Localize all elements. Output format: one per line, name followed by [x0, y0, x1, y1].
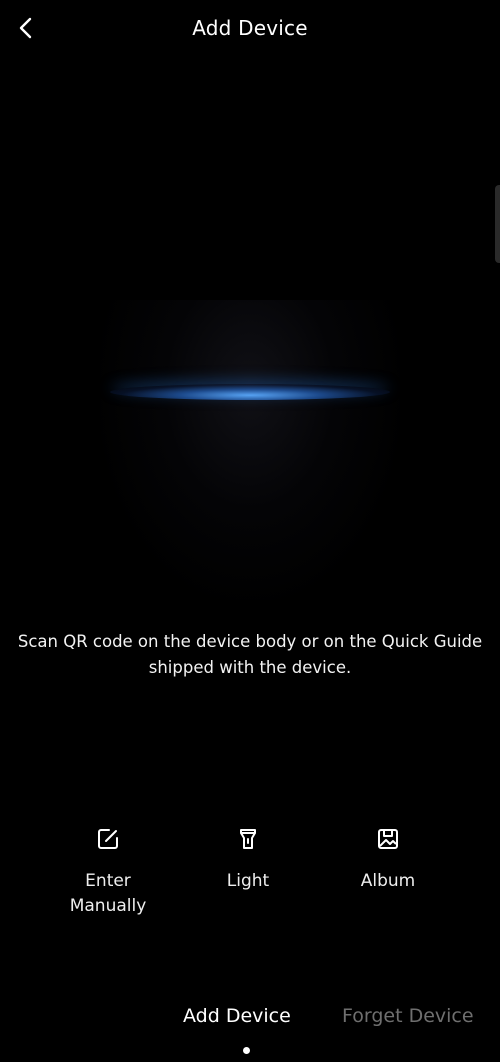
- light-label: Light: [226, 871, 270, 891]
- flashlight-icon: [240, 829, 256, 849]
- header-bar: Add Device: [0, 0, 500, 56]
- album-button[interactable]: Album: [333, 827, 443, 894]
- active-tab-indicator: [243, 1047, 250, 1054]
- bottom-tab-bar: Add Device Forget Device: [0, 1005, 500, 1062]
- tab-forget-device[interactable]: Forget Device: [342, 1005, 474, 1027]
- scan-line: [110, 384, 390, 400]
- qr-scan-area: [100, 300, 400, 600]
- scan-actions: Enter Manually Light Album: [0, 827, 500, 937]
- edit-icon: [98, 829, 118, 849]
- tab-add-device[interactable]: Add Device: [183, 1005, 291, 1027]
- light-button[interactable]: Light: [193, 827, 303, 894]
- enter-manually-label: Enter Manually: [69, 871, 147, 916]
- enter-manually-button[interactable]: Enter Manually: [53, 827, 163, 919]
- side-edge-handle[interactable]: [495, 185, 500, 263]
- album-label: Album: [360, 871, 416, 891]
- scan-hint-text: Scan QR code on the device body or on th…: [17, 632, 483, 677]
- page-title: Add Device: [192, 16, 308, 40]
- image-icon: [378, 829, 398, 849]
